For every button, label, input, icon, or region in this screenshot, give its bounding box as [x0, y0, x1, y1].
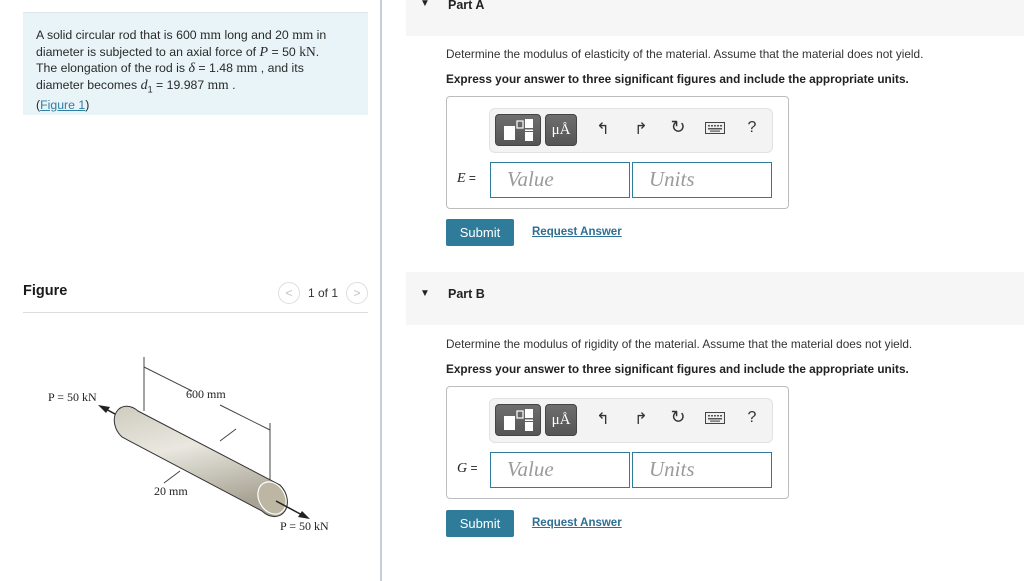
problem-statement: A solid circular rod that is 600 mm long… — [23, 12, 368, 115]
diameter-tick-bottom — [163, 470, 181, 484]
figure-1-link[interactable]: Figure 1 — [40, 98, 85, 112]
undo-icon[interactable]: ↰ — [592, 119, 614, 139]
figure-title: Figure — [23, 283, 68, 299]
problem-line-4: diameter becomes d1 = 19.987 mm . — [36, 76, 236, 95]
figure-header: Figure < 1 of 1 > — [23, 280, 368, 313]
units-button[interactable]: μÅ — [545, 114, 577, 146]
rod-figure: P = 50 kN 600 mm 20 mm P = 50 kN — [48, 357, 329, 533]
prev-figure-button[interactable]: < — [277, 282, 300, 304]
figure-link-line: (Figure 1) — [36, 97, 90, 112]
collapse-triangle-icon: ▼ — [420, 0, 430, 9]
figure-pager: < 1 of 1 > — [277, 282, 368, 304]
redo-icon[interactable]: ↱ — [630, 119, 652, 139]
part-b-instruction: Express your answer to three significant… — [446, 362, 909, 376]
redo-icon[interactable]: ↱ — [630, 409, 652, 429]
problem-line-1: A solid circular rod that is 600 mm long… — [36, 27, 327, 42]
part-a-question: Determine the modulus of elasticity of t… — [446, 47, 924, 61]
reset-icon[interactable]: ↻ — [667, 117, 689, 138]
figure-page-count: 1 of 1 — [307, 286, 338, 300]
part-b-request-answer-link[interactable]: Request Answer — [532, 517, 622, 529]
next-figure-button[interactable]: > — [346, 282, 368, 304]
arrowhead-right — [298, 511, 310, 519]
reset-icon[interactable]: ↻ — [667, 407, 689, 428]
dim-line-b — [219, 404, 271, 431]
part-b-toolbar: μÅ ↰ ↱ ↻ ? — [489, 398, 773, 443]
units-button[interactable]: μÅ — [545, 404, 577, 436]
column-divider — [380, 0, 382, 581]
part-a-request-answer-link[interactable]: Request Answer — [532, 226, 622, 238]
label-diameter: 20 mm — [154, 484, 188, 498]
part-b-units-input[interactable]: Units — [632, 452, 772, 488]
part-a-value-input[interactable]: Value — [490, 162, 630, 198]
arrowhead-left — [98, 405, 110, 413]
templates-icon — [504, 119, 533, 141]
chevron-left-icon: < — [285, 286, 293, 300]
part-b-question: Determine the modulus of rigidity of the… — [446, 337, 913, 351]
part-b-submit-button[interactable]: Submit — [446, 510, 514, 537]
variable-label-g: G = — [457, 461, 478, 476]
problem-line-2: diameter is subjected to an axial force … — [36, 43, 320, 60]
variable-label-e: E = — [457, 171, 476, 186]
part-a-answer-box: μÅ ↰ ↱ ↻ ? E = Value Units — [446, 96, 789, 209]
label-force-left: P = 50 kN — [48, 390, 97, 404]
part-a-header[interactable]: ▼ Part A — [406, 0, 1024, 36]
undo-icon[interactable]: ↰ — [592, 409, 614, 429]
label-length: 600 mm — [186, 387, 226, 401]
diameter-tick-top — [219, 428, 237, 442]
templates-icon — [504, 409, 533, 431]
part-b-header[interactable]: ▼ Part B — [406, 272, 1024, 325]
part-b-answer-box: μÅ ↰ ↱ ↻ ? G = Value Units — [446, 386, 789, 499]
part-b-label: Part B — [448, 287, 485, 301]
keyboard-icon[interactable] — [704, 121, 726, 139]
part-b-value-input[interactable]: Value — [490, 452, 630, 488]
dim-line-a — [143, 366, 193, 392]
help-button[interactable]: ? — [741, 119, 763, 137]
chevron-right-icon: > — [353, 286, 361, 300]
templates-button[interactable] — [495, 404, 541, 436]
collapse-triangle-icon: ▼ — [420, 288, 430, 299]
templates-button[interactable] — [495, 114, 541, 146]
keyboard-icon[interactable] — [704, 411, 726, 429]
label-force-right: P = 50 kN — [280, 519, 329, 533]
help-button[interactable]: ? — [741, 409, 763, 427]
part-a-toolbar: μÅ ↰ ↱ ↻ ? — [489, 108, 773, 153]
part-a-submit-button[interactable]: Submit — [446, 219, 514, 246]
problem-line-3: The elongation of the rod is δ = 1.48 mm… — [36, 60, 304, 77]
part-a-units-input[interactable]: Units — [632, 162, 772, 198]
part-a-instruction: Express your answer to three significant… — [446, 72, 909, 86]
part-a-label: Part A — [448, 0, 485, 12]
